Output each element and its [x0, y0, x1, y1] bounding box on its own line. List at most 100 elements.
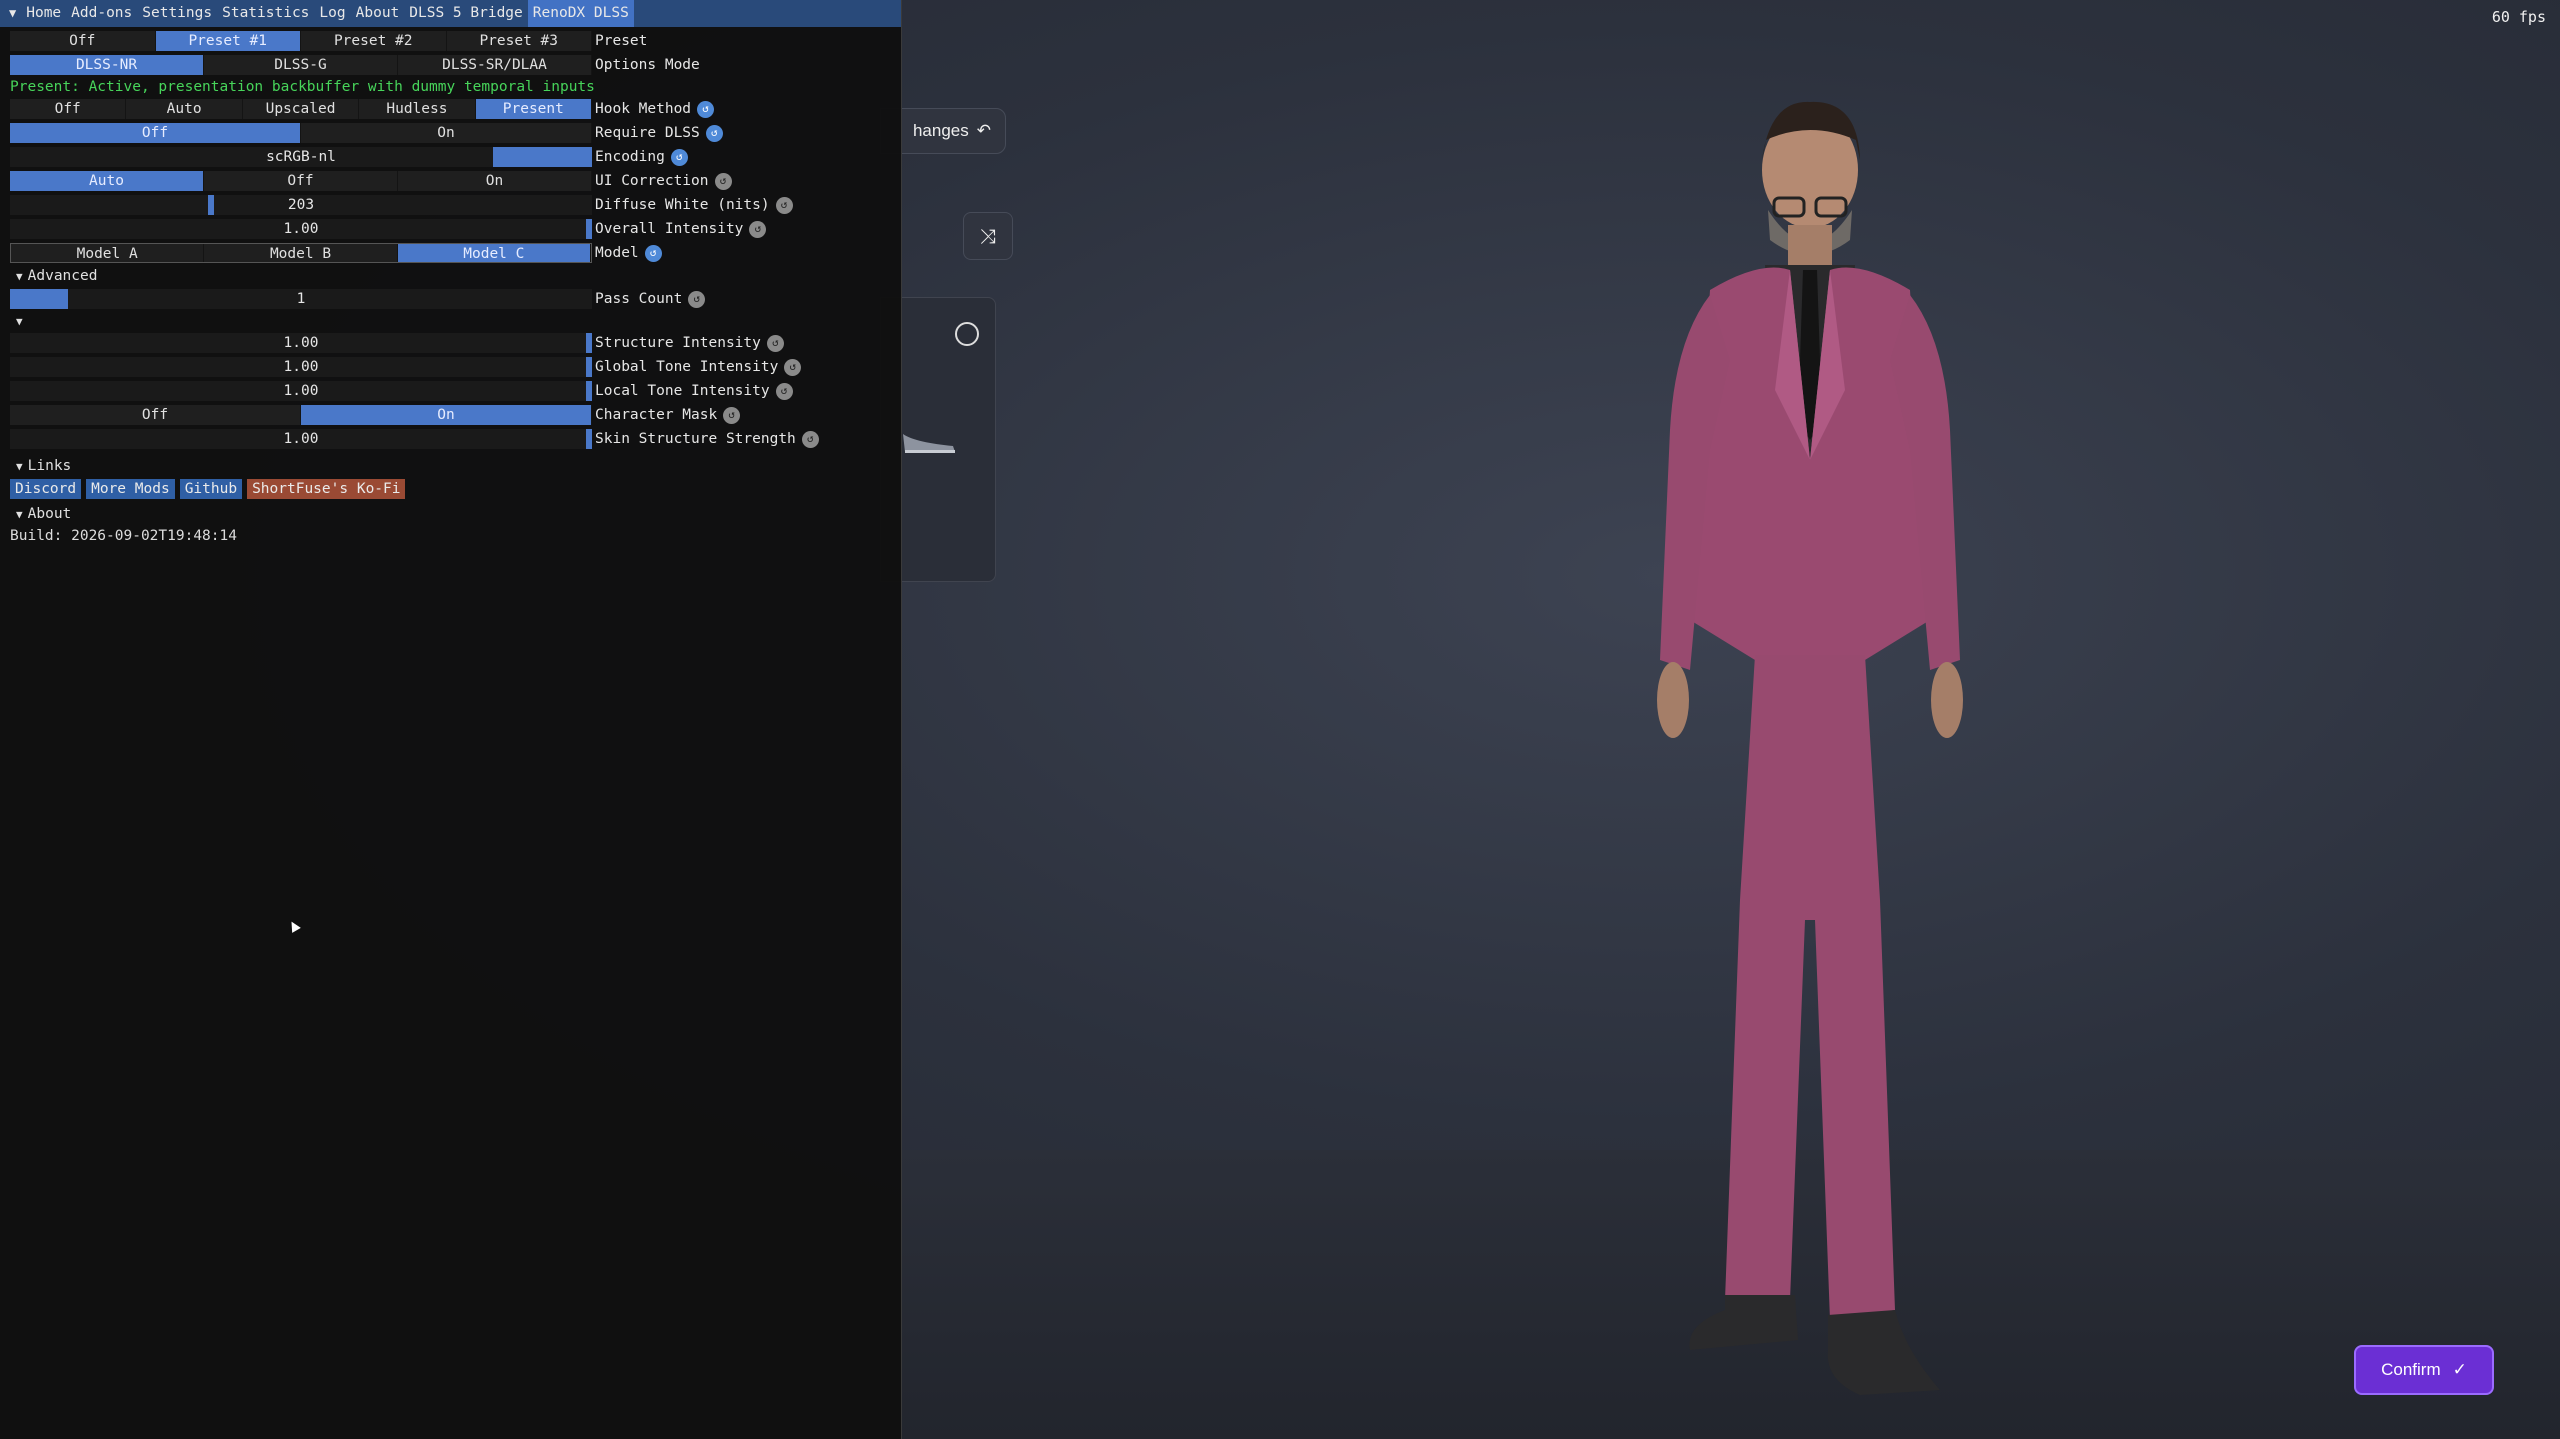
global-tone-intensity-value: 1.00: [283, 359, 319, 375]
pass-count-slider[interactable]: 1: [10, 289, 592, 309]
character-model: [1657, 101, 1963, 1395]
reset-icon[interactable]: ↺: [714, 172, 732, 190]
mode-dlss-sr[interactable]: DLSS-SR/DLAA: [398, 55, 592, 75]
overall-intensity-label: Overall Intensity: [595, 221, 744, 237]
mode-dlss-g[interactable]: DLSS-G: [204, 55, 398, 75]
skin-structure-strength-slider[interactable]: 1.00: [10, 429, 592, 449]
ui-correction-row: Auto Off On UI Correction ↺: [0, 169, 901, 193]
skin-structure-strength-label: Skin Structure Strength: [595, 431, 796, 447]
randomize-button[interactable]: ⤨: [963, 212, 1013, 260]
require-dlss-off[interactable]: Off: [10, 123, 301, 143]
model-selector: Model A Model B Model C: [10, 243, 592, 263]
pass-count-label: Pass Count: [595, 291, 683, 307]
ui-correction-auto[interactable]: Auto: [10, 171, 204, 191]
require-dlss-selector: Off On: [10, 123, 592, 143]
hook-present[interactable]: Present: [475, 99, 593, 119]
reset-icon[interactable]: ↺: [749, 220, 767, 238]
about-header[interactable]: ▼ About: [0, 503, 901, 525]
reset-icon[interactable]: ↺: [688, 290, 706, 308]
tab-renodx-dlss[interactable]: RenoDX DLSS: [527, 0, 634, 27]
tab-home[interactable]: Home: [21, 0, 66, 27]
more-mods-link[interactable]: More Mods: [86, 479, 175, 499]
reset-icon[interactable]: ↺: [784, 358, 802, 376]
diffuse-white-slider[interactable]: 203: [10, 195, 592, 215]
check-icon: ✓: [2452, 1360, 2467, 1379]
encoding-slider[interactable]: scRGB-nl: [10, 147, 592, 167]
mode-dlss-nr[interactable]: DLSS-NR: [10, 55, 204, 75]
hook-hudless[interactable]: Hudless: [359, 99, 476, 119]
overall-intensity-row: 1.00 Overall Intensity ↺: [0, 217, 901, 241]
preset-3[interactable]: Preset #3: [446, 31, 592, 51]
options-mode-selector: DLSS-NR DLSS-G DLSS-SR/DLAA: [10, 55, 592, 75]
reset-icon[interactable]: ↺: [723, 406, 741, 424]
confirm-button[interactable]: Confirm ✓: [2354, 1345, 2494, 1395]
preset-1[interactable]: Preset #1: [155, 31, 301, 51]
expand-triangle-icon: ▼: [16, 315, 23, 328]
preset-row: Off Preset #1 Preset #2 Preset #3 Preset: [0, 29, 901, 53]
reset-icon[interactable]: ↺: [705, 124, 723, 142]
confirm-label: Confirm: [2381, 1360, 2441, 1379]
tab-statistics[interactable]: Statistics: [217, 0, 314, 27]
hook-upscaled[interactable]: Upscaled: [242, 99, 360, 119]
encoding-label: Encoding: [595, 149, 665, 165]
expand-triangle-icon: ▼: [16, 460, 23, 473]
ui-correction-off[interactable]: Off: [204, 171, 398, 191]
require-dlss-on[interactable]: On: [301, 123, 592, 143]
ui-correction-on[interactable]: On: [398, 171, 592, 191]
reset-icon[interactable]: ↺: [697, 100, 715, 118]
character-mask-row: Off On Character Mask ↺: [0, 403, 901, 427]
reset-icon[interactable]: ↺: [775, 196, 793, 214]
build-info: Build: 2026-09-02T19:48:14: [10, 528, 237, 544]
model-a[interactable]: Model A: [11, 244, 205, 262]
kofi-link[interactable]: ShortFuse's Ko-Fi: [247, 479, 406, 499]
reset-icon[interactable]: ↺: [775, 382, 793, 400]
structure-intensity-slider[interactable]: 1.00: [10, 333, 592, 353]
advanced-header[interactable]: ▼ Advanced: [0, 265, 901, 287]
tab-add-ons[interactable]: Add-ons: [66, 0, 137, 27]
skin-structure-strength-value: 1.00: [283, 431, 319, 447]
structure-intensity-row: 1.00 Structure Intensity ↺: [0, 331, 901, 355]
overall-intensity-slider[interactable]: 1.00: [10, 219, 592, 239]
shoe-thumbnail: [903, 434, 955, 453]
overlay-panel: ▼ Home Add-ons Settings Statistics Log A…: [0, 0, 902, 1439]
skin-structure-strength-row: 1.00 Skin Structure Strength ↺: [0, 427, 901, 451]
character-mask-off[interactable]: Off: [10, 405, 301, 425]
structure-intensity-label: Structure Intensity: [595, 335, 761, 351]
tab-log[interactable]: Log: [314, 0, 350, 27]
links-header[interactable]: ▼ Links: [0, 455, 901, 477]
select-radio[interactable]: [955, 322, 979, 346]
preset-selector: Off Preset #1 Preset #2 Preset #3: [10, 31, 592, 51]
reset-icon[interactable]: ↺: [670, 148, 688, 166]
require-dlss-label: Require DLSS: [595, 125, 700, 141]
hook-method-selector: Off Auto Upscaled Hudless Present: [10, 99, 593, 119]
reset-icon[interactable]: ↺: [801, 430, 819, 448]
github-link[interactable]: Github: [179, 479, 243, 499]
character-mask-label: Character Mask: [595, 407, 718, 423]
about-label: About: [27, 506, 72, 522]
model-b[interactable]: Model B: [204, 244, 398, 262]
tab-about[interactable]: About: [351, 0, 405, 27]
character-mask-on[interactable]: On: [301, 405, 592, 425]
sub-section-toggle[interactable]: ▼: [0, 311, 901, 331]
tab-dlss5-bridge[interactable]: DLSS 5 Bridge: [404, 0, 528, 27]
status-text: Present: Active, presentation backbuffer…: [10, 79, 595, 95]
tab-settings[interactable]: Settings: [137, 0, 217, 27]
local-tone-intensity-label: Local Tone Intensity: [595, 383, 770, 399]
model-c[interactable]: Model C: [397, 244, 591, 262]
local-tone-intensity-slider[interactable]: 1.00: [10, 381, 592, 401]
links-label: Links: [27, 458, 72, 474]
preset-off[interactable]: Off: [10, 31, 156, 51]
hook-off[interactable]: Off: [10, 99, 127, 119]
discord-link[interactable]: Discord: [10, 479, 82, 499]
collapse-arrow-icon[interactable]: ▼: [4, 0, 21, 27]
reset-icon[interactable]: ↺: [766, 334, 784, 352]
advanced-label: Advanced: [27, 268, 98, 284]
local-tone-intensity-row: 1.00 Local Tone Intensity ↺: [0, 379, 901, 403]
encoding-value: scRGB-nl: [266, 149, 336, 165]
encoding-row: scRGB-nl Encoding ↺: [0, 145, 901, 169]
hook-method-row: Off Auto Upscaled Hudless Present Hook M…: [0, 97, 901, 121]
preset-2[interactable]: Preset #2: [301, 31, 447, 51]
reset-icon[interactable]: ↺: [644, 244, 662, 262]
global-tone-intensity-slider[interactable]: 1.00: [10, 357, 592, 377]
hook-auto[interactable]: Auto: [126, 99, 243, 119]
